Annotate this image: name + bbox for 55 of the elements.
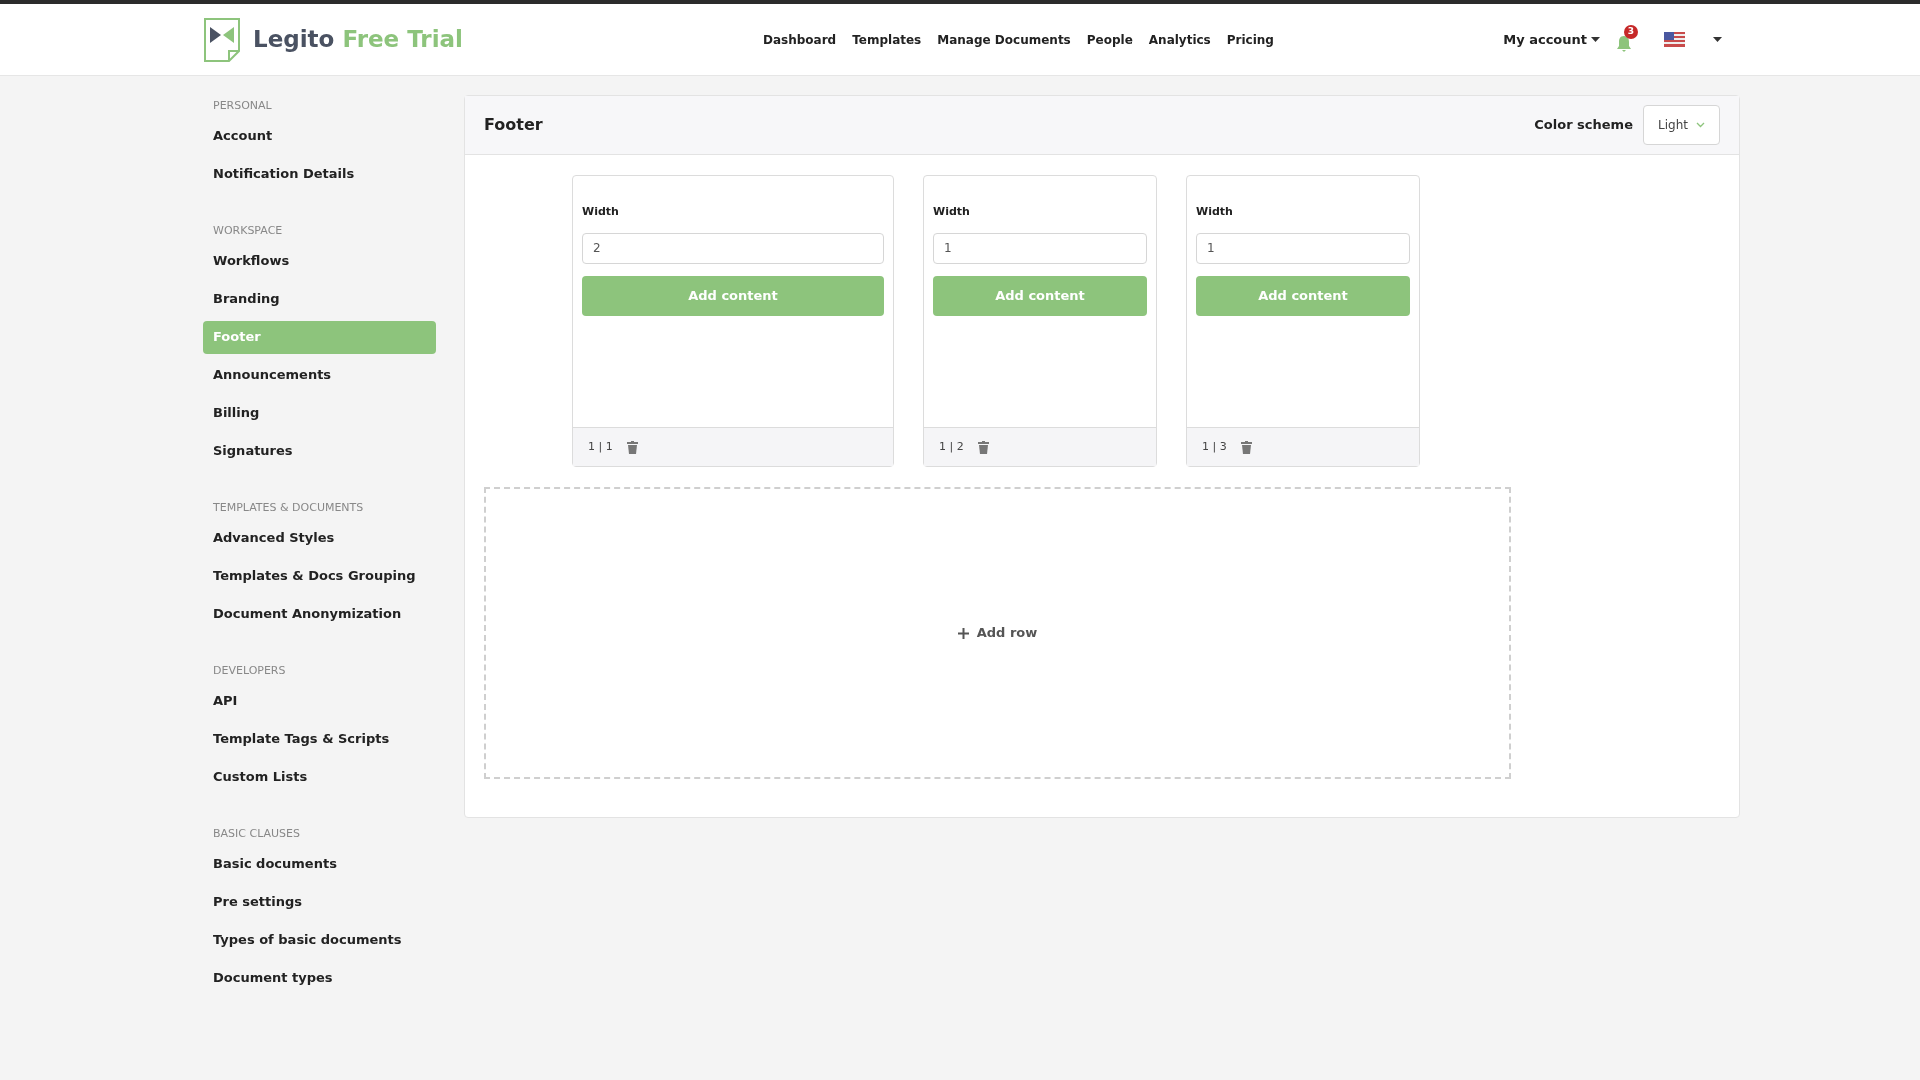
sidebar-item[interactable]: Branding bbox=[203, 282, 436, 316]
width-input[interactable]: 2 bbox=[582, 232, 884, 264]
sidebar-item[interactable]: Custom Lists bbox=[203, 760, 436, 794]
color-scheme-dropdown[interactable]: Light bbox=[1643, 105, 1720, 145]
nav-link[interactable]: Manage Documents bbox=[937, 30, 1071, 49]
section-heading: DEVELOPERS bbox=[212, 662, 287, 679]
caret-icon[interactable] bbox=[1713, 37, 1722, 42]
chevron-down-icon bbox=[1695, 122, 1705, 128]
section-heading: WORKSPACE bbox=[212, 222, 284, 239]
sidebar-item[interactable]: Notification Details bbox=[203, 157, 436, 191]
width-label: Width bbox=[582, 204, 620, 220]
notifications-button[interactable]: 3 bbox=[1616, 24, 1640, 55]
sidebar-item[interactable]: Template Tags & Scripts bbox=[203, 722, 436, 756]
sidebar-item[interactable]: Types of basic documents bbox=[203, 923, 436, 957]
account-menu[interactable]: My account bbox=[1503, 29, 1600, 50]
column-position: 1 | 2 bbox=[939, 438, 964, 455]
plus-icon bbox=[957, 627, 969, 639]
add-row-area[interactable]: Add row bbox=[484, 487, 1511, 779]
sidebar-item[interactable]: API bbox=[203, 684, 436, 718]
section-heading: PERSONAL bbox=[212, 97, 273, 114]
nav-link[interactable]: Templates bbox=[852, 30, 922, 49]
nav-link[interactable]: Analytics bbox=[1148, 30, 1211, 49]
logo-icon bbox=[203, 16, 241, 63]
sidebar-item[interactable]: Templates & Docs Grouping bbox=[203, 559, 436, 593]
nav-link[interactable]: Pricing bbox=[1226, 30, 1274, 49]
sidebar-item[interactable]: Pre settings bbox=[203, 885, 436, 919]
width-label: Width bbox=[933, 204, 971, 220]
app-logo-text: Legito Free Trial bbox=[253, 25, 463, 55]
column-position: 1 | 1 bbox=[588, 438, 613, 455]
width-input[interactable]: 1 bbox=[933, 232, 1147, 264]
color-scheme-label: Color scheme bbox=[1534, 116, 1633, 135]
sidebar-item[interactable]: Basic documents bbox=[203, 847, 436, 881]
sidebar-item[interactable]: Signatures bbox=[203, 434, 436, 468]
width-label: Width bbox=[1196, 204, 1234, 220]
sidebar-item[interactable]: Advanced Styles bbox=[203, 521, 436, 555]
width-input[interactable]: 1 bbox=[1196, 232, 1410, 264]
sidebar-item[interactable]: Announcements bbox=[203, 358, 436, 392]
panel-title: Footer bbox=[484, 114, 543, 136]
sidebar-item[interactable]: Billing bbox=[203, 396, 436, 430]
caret-icon bbox=[1591, 37, 1600, 42]
nav-link[interactable]: Dashboard bbox=[763, 30, 837, 49]
trash-icon[interactable] bbox=[626, 440, 638, 454]
sidebar-item[interactable]: Document Anonymization bbox=[203, 597, 436, 631]
notification-count: 3 bbox=[1624, 24, 1638, 39]
section-heading: TEMPLATES & DOCUMENTS bbox=[212, 499, 365, 516]
sidebar-item[interactable]: Document types bbox=[203, 961, 436, 995]
sidebar-item[interactable]: Account bbox=[203, 119, 436, 153]
section-heading: BASIC CLAUSES bbox=[212, 825, 302, 842]
bell-icon bbox=[1616, 34, 1632, 53]
trash-icon[interactable] bbox=[1240, 440, 1252, 454]
column-position: 1 | 3 bbox=[1202, 438, 1227, 455]
nav-link[interactable]: People bbox=[1086, 30, 1133, 49]
trash-icon[interactable] bbox=[977, 440, 989, 454]
sidebar-item[interactable]: Workflows bbox=[203, 244, 436, 278]
flag-icon[interactable] bbox=[1664, 32, 1685, 47]
